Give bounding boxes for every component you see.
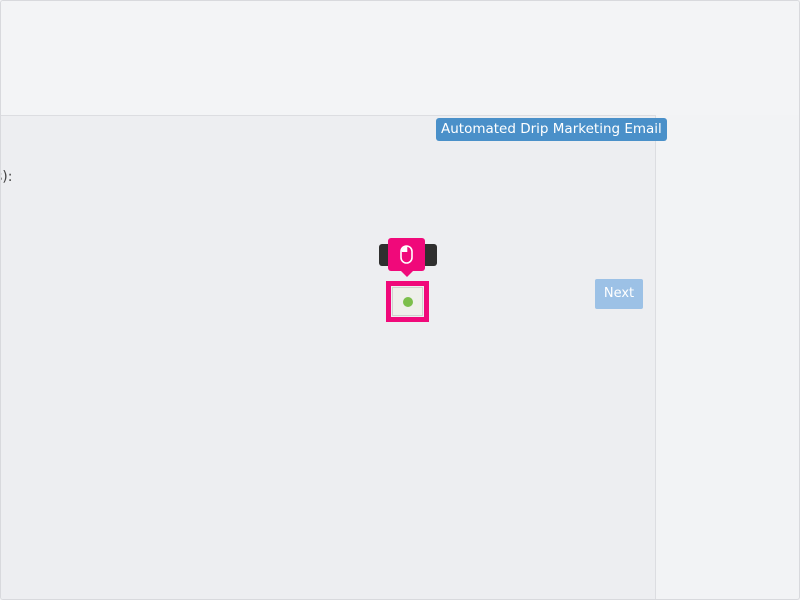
green-dot-icon — [403, 297, 413, 307]
template-badge: Automated Drip Marketing Email — [436, 118, 667, 141]
select-checkbox[interactable] — [392, 287, 423, 316]
click-marker — [388, 238, 425, 277]
mouse-icon — [400, 245, 413, 264]
content-panel — [1, 115, 656, 599]
app-window: Automated Drip Marketing Email s): Next … — [0, 0, 800, 600]
next-button[interactable]: Next — [595, 279, 643, 309]
top-area — [1, 1, 799, 115]
prompt-label: s): — [1, 169, 13, 185]
